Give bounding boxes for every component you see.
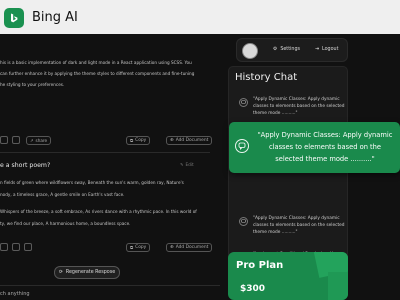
answer-text-line: can further enhance it by applying the t… xyxy=(0,71,195,76)
pro-plan-price: $300 xyxy=(240,284,266,294)
avatar[interactable] xyxy=(242,43,258,59)
thumbs-down-icon[interactable] xyxy=(12,243,20,251)
copy-icon: ⧉ xyxy=(130,138,134,144)
copy-button[interactable]: ⧉ Copy xyxy=(126,136,151,145)
chat-panel: his is a basic implementation of dark an… xyxy=(0,34,220,300)
share-button[interactable]: ↗ share xyxy=(26,136,52,145)
add-document-icon: ⊕ xyxy=(170,245,174,250)
thumbs-up-icon[interactable] xyxy=(0,243,8,251)
answer-text-line: nody, a timeless grace, A gentle smile o… xyxy=(0,192,125,197)
thumbs-up-icon[interactable] xyxy=(0,136,8,144)
divider xyxy=(0,285,220,286)
user-header: ⚙ Settings ⇥ Logout xyxy=(236,38,348,62)
answer-text-line: Whispers of the breeze, a soft embrace, … xyxy=(0,209,197,214)
copy-icon: ⧉ xyxy=(130,245,134,251)
logout-button[interactable]: ⇥ Logout xyxy=(315,47,338,52)
edit-icon: ✎ xyxy=(180,162,184,167)
add-document-icon: ⊕ xyxy=(170,138,174,143)
copy-button[interactable]: ⧉ Copy xyxy=(126,243,151,252)
top-bar: Bing AI xyxy=(0,0,400,34)
user-question: e a short poem? xyxy=(0,162,51,169)
pro-plan-card[interactable]: Pro Plan $300 xyxy=(228,252,348,300)
settings-button[interactable]: ⚙ Settings xyxy=(273,47,300,52)
gear-icon: ⚙ xyxy=(273,47,278,52)
logout-icon: ⇥ xyxy=(315,47,320,52)
thumbs-down-icon[interactable] xyxy=(12,136,20,144)
pro-plan-title: Pro Plan xyxy=(236,260,284,271)
chat-bubble-icon xyxy=(239,98,248,107)
history-title: History Chat xyxy=(235,72,298,83)
refresh-icon: ⟳ xyxy=(58,270,63,275)
edit-button[interactable]: ✎ Edit xyxy=(180,162,194,167)
chat-bubble-icon xyxy=(235,139,249,153)
bing-logo-icon[interactable] xyxy=(4,8,24,28)
add-document-button[interactable]: ⊕ Add Document xyxy=(166,243,213,252)
app-title: Bing AI xyxy=(32,10,78,25)
answer-text-line: n fields of green where wildflowers sway… xyxy=(0,180,184,185)
regenerate-button[interactable]: ⟳ Regenerate Respose xyxy=(54,266,120,279)
chat-bubble-icon xyxy=(239,217,248,226)
decorative-shape xyxy=(328,272,348,300)
answer-text-line: ty, we find our place, A harmonious home… xyxy=(0,221,131,226)
divider xyxy=(0,152,210,153)
answer-text-line: his is a basic implementation of dark an… xyxy=(0,60,192,65)
chat-input[interactable]: ch anything xyxy=(0,291,30,297)
share-icon: ↗ xyxy=(30,138,34,143)
main-area: his is a basic implementation of dark an… xyxy=(0,34,400,300)
add-document-button[interactable]: ⊕ Add Document xyxy=(166,136,213,145)
answer-text-line: he styling to your preferences. xyxy=(0,82,65,87)
share-icon[interactable] xyxy=(24,243,32,251)
history-item-active[interactable]: "Apply Dynamic Classes: Apply dynamic cl… xyxy=(229,122,400,173)
